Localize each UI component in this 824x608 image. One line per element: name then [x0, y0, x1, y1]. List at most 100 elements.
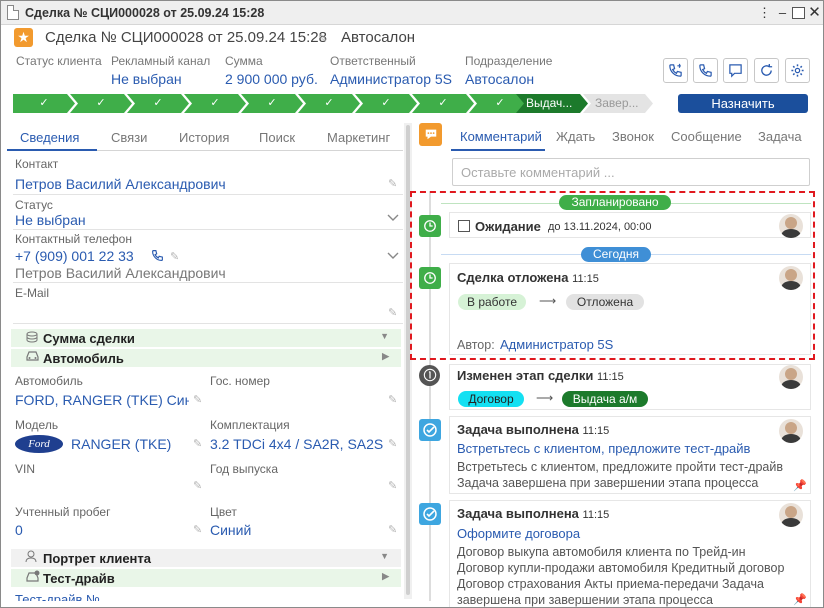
ad-channel-value[interactable]: Не выбран: [111, 71, 182, 87]
edit-complectation-icon[interactable]: ✎: [388, 437, 397, 450]
tab-details[interactable]: Сведения: [20, 130, 79, 145]
pin-icon[interactable]: 📌: [793, 593, 807, 606]
divider: [13, 323, 403, 324]
favorite-star-icon[interactable]: ★: [14, 28, 33, 47]
edit-phone-icon[interactable]: ✎: [170, 250, 179, 263]
stage-from-tag: Договор: [458, 391, 524, 407]
comment-input[interactable]: Оставьте комментарий ...: [452, 158, 810, 186]
info-icon: [419, 365, 440, 386]
amount-value[interactable]: 2 900 000 руб.: [225, 71, 318, 87]
stage-done[interactable]: ✓: [127, 94, 189, 113]
group-deal-sum[interactable]: Сумма сделки ▼: [11, 329, 401, 347]
mileage-value[interactable]: 0: [15, 522, 23, 538]
department-value[interactable]: Автосалон: [465, 71, 534, 87]
year-label: Год выпуска: [210, 462, 278, 476]
vin-label: VIN: [15, 462, 36, 476]
call-button[interactable]: [693, 58, 718, 83]
ad-channel-label: Рекламный канал: [111, 54, 211, 68]
group-test-drive[interactable]: Тест-драйв ▶: [11, 569, 401, 587]
tab-marketing[interactable]: Маркетинг: [327, 130, 390, 145]
stage-to-tag: Выдача а/м: [562, 391, 648, 407]
edit-car-icon[interactable]: ✎: [193, 393, 202, 406]
mileage-label: Учтенный пробег: [15, 505, 111, 519]
timeline-item-task-1[interactable]: Задача выполнена 11:15 Встретьтесь с кли…: [449, 416, 811, 494]
close-button[interactable]: ✕: [807, 5, 822, 21]
edit-color-icon[interactable]: ✎: [388, 523, 397, 536]
stage-change-time: 11:15: [597, 371, 624, 383]
stage-done[interactable]: ✓: [412, 94, 474, 113]
tab-search[interactable]: Поиск: [259, 130, 295, 145]
edit-contact-icon[interactable]: ✎: [388, 177, 397, 190]
collapse-arrow-icon: ▼: [380, 331, 389, 341]
phone-dropdown-icon[interactable]: [387, 251, 399, 261]
task-2-time: 11:15: [582, 509, 610, 521]
task-1-title: Задача выполнена 11:15: [457, 422, 609, 437]
edit-email-icon[interactable]: ✎: [388, 306, 397, 319]
assign-button[interactable]: Назначить: [678, 94, 808, 113]
color-value[interactable]: Синий: [210, 522, 251, 538]
contact-value[interactable]: Петров Василий Александрович: [15, 176, 226, 192]
task-2-line: завершена при завершении этапа процесса: [457, 593, 713, 607]
window-title: Сделка № СЦИ000028 от 25.09.24 15:28: [25, 6, 265, 20]
stage-change-title-text: Изменен этап сделки: [457, 368, 594, 383]
tab-comment[interactable]: Комментарий: [460, 129, 542, 144]
stage-done[interactable]: ✓: [241, 94, 303, 113]
collapse-arrow-icon: ▼: [380, 551, 389, 561]
phone-value[interactable]: +7 (909) 001 22 33: [15, 248, 134, 264]
edit-plate-icon[interactable]: ✎: [388, 393, 397, 406]
task-1-title-text: Задача выполнена: [457, 422, 579, 437]
tab-call[interactable]: Звонок: [612, 129, 654, 144]
maximize-button[interactable]: [792, 7, 805, 19]
stage-current[interactable]: Выдач...: [516, 94, 588, 113]
stage-done[interactable]: ✓: [13, 94, 75, 113]
edit-model-icon[interactable]: ✎: [193, 437, 202, 450]
task-2-title: Задача выполнена 11:15: [457, 506, 609, 521]
message-button[interactable]: [723, 58, 748, 83]
task-1-link[interactable]: Встретьтесь с клиентом, предложите тест-…: [457, 441, 750, 456]
phone-forward-icon: [669, 63, 682, 77]
avatar: [779, 503, 803, 527]
edit-year-icon[interactable]: ✎: [388, 479, 397, 492]
edit-title-icon[interactable]: ✎: [318, 32, 327, 45]
timeline-item-task-2[interactable]: Задача выполнена 11:15 Оформите договора…: [449, 500, 811, 607]
timeline-item-stage-change[interactable]: Изменен этап сделки 11:15 Договор ⟶ Выда…: [449, 364, 811, 410]
minimize-button[interactable]: –: [775, 6, 790, 21]
stage-done[interactable]: ✓: [298, 94, 360, 113]
refresh-button[interactable]: [754, 58, 779, 83]
stage-done[interactable]: ✓: [355, 94, 417, 113]
tab-history[interactable]: История: [179, 130, 229, 145]
task-2-link[interactable]: Оформите договора: [457, 526, 580, 541]
deal-title: Сделка № СЦИ000028 от 25.09.24 15:28: [45, 29, 327, 46]
car-value[interactable]: FORD, RANGER (TKE) Син: [15, 392, 189, 408]
tab-wait[interactable]: Ждать: [556, 129, 595, 144]
group-car[interactable]: Автомобиль ▶: [11, 349, 401, 367]
call-transfer-button[interactable]: [663, 58, 688, 83]
stage-change-title: Изменен этап сделки 11:15: [457, 368, 624, 383]
task-done-icon: [419, 503, 441, 525]
group-deal-sum-title: Сумма сделки: [43, 331, 135, 346]
test-drive-partial[interactable]: Тест-драйв №: [15, 593, 100, 601]
edit-mileage-icon[interactable]: ✎: [193, 523, 202, 536]
complectation-value[interactable]: 3.2 TDCi 4x4 / SA2R, SA2S: [210, 436, 384, 452]
edit-vin-icon[interactable]: ✎: [193, 479, 202, 492]
responsible-value[interactable]: Администратор 5S: [330, 71, 452, 87]
stage-done[interactable]: ✓: [184, 94, 246, 113]
phone-owner: Петров Василий Александрович: [15, 265, 226, 281]
pin-icon[interactable]: 📌: [793, 479, 807, 492]
stage-next[interactable]: Завер...: [583, 94, 653, 113]
divider: [13, 282, 403, 283]
model-value[interactable]: RANGER (TKE): [71, 436, 171, 452]
settings-button[interactable]: [785, 58, 810, 83]
status-dropdown-icon[interactable]: [387, 213, 399, 223]
group-client-portrait[interactable]: Портрет клиента ▼: [11, 549, 401, 567]
call-phone-icon[interactable]: [151, 249, 164, 262]
comment-icon: [419, 123, 442, 146]
status-value[interactable]: Не выбран: [15, 212, 86, 228]
tab-message[interactable]: Сообщение: [671, 129, 742, 144]
tab-task[interactable]: Задача: [758, 129, 802, 144]
deal-subtitle: Автосалон: [341, 29, 416, 46]
divider: [13, 229, 403, 230]
more-icon[interactable]: ⋮: [757, 6, 772, 21]
stage-done[interactable]: ✓: [70, 94, 132, 113]
tab-links[interactable]: Связи: [111, 130, 147, 145]
